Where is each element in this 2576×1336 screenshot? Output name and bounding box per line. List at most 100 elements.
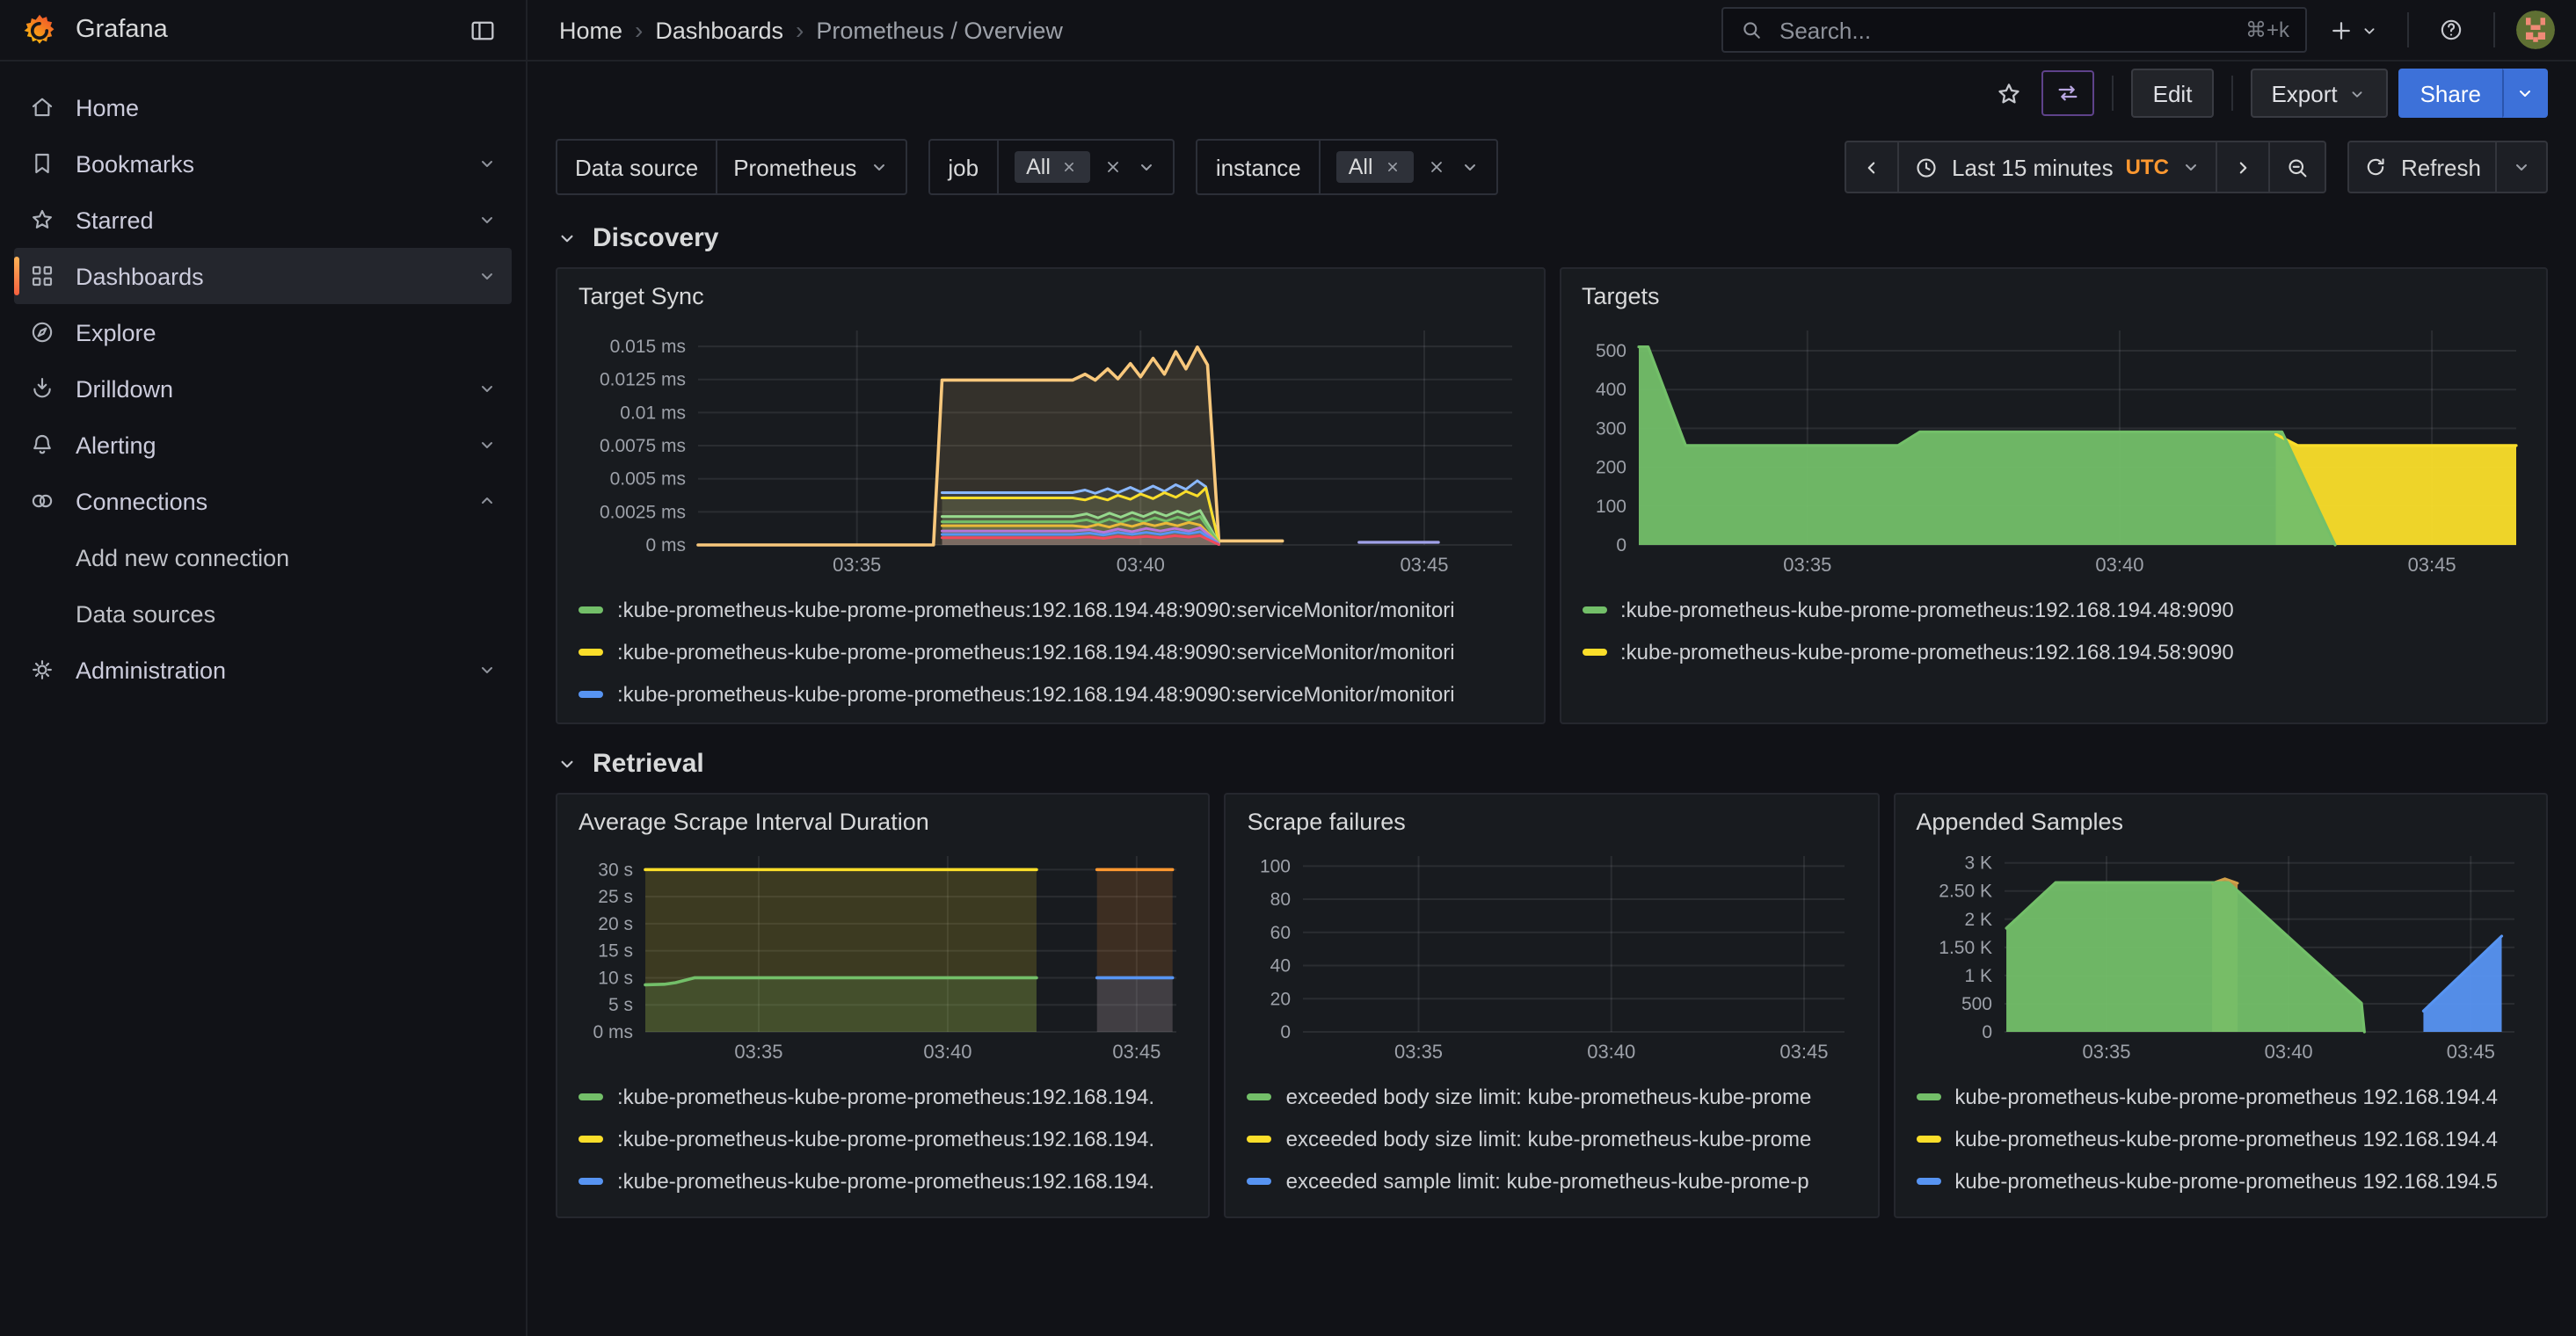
- chart-scrape-failures[interactable]: 02040608010003:3503:4003:45: [1248, 842, 1857, 1067]
- legend-item[interactable]: :kube-prometheus-kube-prome-prometheus:1…: [579, 1118, 1188, 1160]
- legend-item[interactable]: exceeded body size limit: kube-prometheu…: [1248, 1076, 1857, 1118]
- legend-item[interactable]: kube-prometheus-kube-prome-prometheus 19…: [1916, 1076, 2525, 1118]
- breadcrumb-item-prometheus-overview: Prometheus / Overview: [816, 17, 1063, 43]
- remove-chip-icon[interactable]: [1061, 158, 1079, 176]
- section-header-retrieval[interactable]: Retrieval: [556, 749, 2548, 779]
- main-content: Edit Export Share Data source Pr: [528, 62, 2576, 1336]
- chart-svg: 05001 K1.50 K2 K2.50 K3 K03:3503:4003:45: [1916, 842, 2524, 1067]
- sidebar-item-bookmarks[interactable]: Bookmarks: [14, 135, 512, 192]
- chart-average-scrape-interval-duration[interactable]: 0 ms5 s10 s15 s20 s25 s30 s03:3503:4003:…: [579, 842, 1188, 1067]
- sidebar-item-starred[interactable]: Starred: [14, 192, 512, 248]
- refresh-interval-button[interactable]: [2495, 141, 2548, 193]
- sidebar-item-drilldown[interactable]: Drilldown: [14, 360, 512, 417]
- dock-sidebar-icon[interactable]: [461, 8, 505, 52]
- chevron-up-icon: [477, 490, 498, 512]
- legend-item[interactable]: exceeded body size limit: kube-prometheu…: [1248, 1118, 1857, 1160]
- time-back-button[interactable]: [1845, 141, 1899, 193]
- panel-title[interactable]: Scrape failures: [1248, 809, 1857, 835]
- nav-right: ⌘+k: [1721, 7, 2555, 53]
- breadcrumb-separator: ›: [796, 16, 804, 44]
- help-button[interactable]: [2430, 9, 2472, 51]
- add-new-button[interactable]: [2321, 10, 2386, 50]
- breadcrumb-item-home[interactable]: Home: [559, 17, 622, 43]
- panel-title[interactable]: Average Scrape Interval Duration: [579, 809, 1188, 835]
- dashboard-sections: Discovery Target Sync 0 ms0.0025 ms0.005 m…: [528, 199, 2576, 1336]
- sidebar-item-dashboards[interactable]: Dashboards: [14, 248, 512, 304]
- export-button[interactable]: Export: [2250, 69, 2388, 118]
- legend-item[interactable]: kube-prometheus-kube-prome-prometheus 19…: [1916, 1160, 2525, 1202]
- legend-marker: [1248, 1178, 1272, 1185]
- edit-button[interactable]: Edit: [2132, 69, 2214, 118]
- home-icon: [28, 93, 56, 121]
- chart-target-sync[interactable]: 0 ms0.0025 ms0.005 ms0.0075 ms0.01 ms0.0…: [579, 316, 1522, 580]
- clear-filter-icon[interactable]: [1103, 156, 1124, 178]
- kiosk-mode-button[interactable]: [2042, 70, 2095, 116]
- job-filter-chip[interactable]: All: [1014, 151, 1091, 183]
- clear-filter-icon[interactable]: [1426, 156, 1447, 178]
- time-range-picker[interactable]: Last 15 minutes UTC: [1897, 141, 2218, 193]
- legend-label: :kube-prometheus-kube-prome-prometheus:1…: [617, 682, 1455, 707]
- share-button[interactable]: Share: [2399, 69, 2502, 118]
- panel-title[interactable]: Appended Samples: [1916, 809, 2525, 835]
- chevron-down-icon: [556, 752, 579, 775]
- sidebar-item-administration[interactable]: Administration: [14, 642, 512, 698]
- breadcrumb-item-dashboards[interactable]: Dashboards: [655, 17, 783, 43]
- chart-appended-samples[interactable]: 05001 K1.50 K2 K2.50 K3 K03:3503:4003:45: [1916, 842, 2525, 1067]
- legend-item[interactable]: kube-prometheus-kube-prome-prometheus 19…: [1916, 1118, 2525, 1160]
- sidebar-item-home[interactable]: Home: [14, 79, 512, 135]
- instance-filter-chip[interactable]: All: [1336, 151, 1414, 183]
- legend-item[interactable]: :kube-prometheus-kube-prome-prometheus:1…: [1582, 589, 2525, 631]
- legend-item[interactable]: :kube-prometheus-kube-prome-prometheus:1…: [579, 1076, 1188, 1118]
- svg-text:1.50 K: 1.50 K: [1939, 938, 1992, 958]
- legend-item[interactable]: exceeded sample limit: kube-prometheus-k…: [1248, 1160, 1857, 1202]
- legend-item[interactable]: :kube-prometheus-kube-prome-prometheus:1…: [1582, 631, 2525, 673]
- sidebar-item-alerting[interactable]: Alerting: [14, 417, 512, 473]
- user-avatar[interactable]: [2516, 11, 2555, 49]
- datasource-value[interactable]: Prometheus: [717, 141, 906, 193]
- divider: [2407, 12, 2409, 47]
- svg-text:03:40: 03:40: [1117, 554, 1165, 576]
- search-box[interactable]: ⌘+k: [1721, 7, 2307, 53]
- sidebar-item-label: Add new connection: [76, 544, 498, 570]
- legend: :kube-prometheus-kube-prome-prometheus:1…: [579, 1076, 1188, 1202]
- sidebar-nav: HomeBookmarksStarredDashboardsExploreDri…: [14, 79, 512, 698]
- svg-text:03:35: 03:35: [1782, 554, 1830, 576]
- instance-filter-value[interactable]: All: [1321, 141, 1496, 193]
- legend-item[interactable]: :kube-prometheus-kube-prome-prometheus:1…: [579, 589, 1522, 631]
- job-filter-value[interactable]: All: [998, 141, 1174, 193]
- section-header-discovery[interactable]: Discovery: [556, 223, 2548, 253]
- star-dashboard-button[interactable]: [1988, 71, 2032, 115]
- panel-appended-samples: Appended Samples 05001 K1.50 K2 K2.50 K3 …: [1893, 793, 2548, 1218]
- time-forward-button[interactable]: [2216, 141, 2271, 193]
- brand-name: Grafana: [76, 16, 168, 44]
- chart-targets[interactable]: 010020030040050003:3503:4003:45: [1582, 316, 2525, 580]
- svg-text:100: 100: [1595, 497, 1626, 517]
- section-title: Retrieval: [593, 749, 704, 779]
- sidebar-item-add-new-connection[interactable]: Add new connection: [14, 529, 512, 585]
- panel-title[interactable]: Target Sync: [579, 283, 1522, 309]
- legend-marker: [579, 1093, 603, 1100]
- legend: :kube-prometheus-kube-prome-prometheus:1…: [579, 589, 1522, 715]
- remove-chip-icon[interactable]: [1384, 158, 1401, 176]
- chevron-down-icon: [477, 378, 498, 399]
- refresh-button[interactable]: Refresh: [2348, 141, 2497, 193]
- panel-title[interactable]: Targets: [1582, 283, 2525, 309]
- legend-label: :kube-prometheus-kube-prome-prometheus:1…: [617, 1127, 1154, 1151]
- legend: exceeded body size limit: kube-prometheu…: [1248, 1076, 1857, 1202]
- share-dropdown-button[interactable]: [2502, 69, 2548, 118]
- sidebar-item-explore[interactable]: Explore: [14, 304, 512, 360]
- zoom-out-button[interactable]: [2269, 141, 2327, 193]
- divider: [2493, 12, 2495, 47]
- legend-marker: [1582, 649, 1606, 656]
- grafana-logo-icon[interactable]: [21, 11, 58, 48]
- svg-text:2.50 K: 2.50 K: [1939, 882, 1992, 902]
- legend-item[interactable]: :kube-prometheus-kube-prome-prometheus:1…: [579, 631, 1522, 673]
- svg-text:20 s: 20 s: [598, 914, 633, 934]
- legend-item[interactable]: :kube-prometheus-kube-prome-prometheus:1…: [579, 673, 1522, 715]
- search-input[interactable]: [1776, 15, 2233, 45]
- chevron-down-icon: [477, 265, 498, 287]
- sidebar-item-connections[interactable]: Connections: [14, 473, 512, 529]
- legend-item[interactable]: :kube-prometheus-kube-prome-prometheus:1…: [579, 1160, 1188, 1202]
- svg-text:30 s: 30 s: [598, 860, 633, 880]
- sidebar-item-data-sources[interactable]: Data sources: [14, 585, 512, 642]
